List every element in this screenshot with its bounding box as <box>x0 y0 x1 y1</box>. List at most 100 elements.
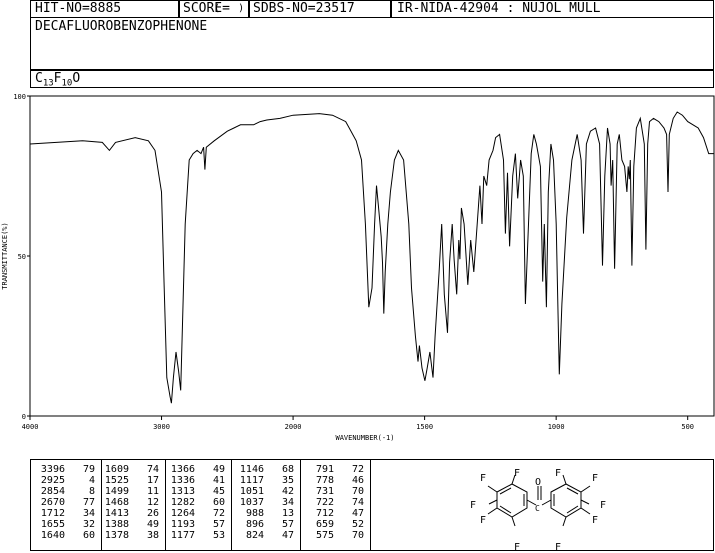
peak-wavenumber: 791 <box>315 464 334 475</box>
peak-wavenumber: 731 <box>315 486 334 497</box>
peak-wavenumber: 896 <box>245 519 264 530</box>
peak-transmittance: 41 <box>212 475 225 486</box>
peak-wavenumber: 988 <box>245 508 264 519</box>
peak-transmittance: 12 <box>146 497 159 508</box>
peak-row: 1193 57 <box>166 519 231 530</box>
peak-row: 1468 12 <box>102 497 165 508</box>
peak-wavenumber: 1146 <box>239 464 264 475</box>
peak-row: 1282 60 <box>166 497 231 508</box>
x-tick-label: 1000 <box>548 423 565 431</box>
peak-transmittance: 8 <box>88 486 95 497</box>
structure-box <box>370 459 714 551</box>
peak-row: 988 13 <box>232 508 300 519</box>
peak-wavenumber: 824 <box>245 530 264 541</box>
peak-wavenumber: 1712 <box>40 508 65 519</box>
peak-wavenumber: 1264 <box>170 508 195 519</box>
peak-wavenumber: 1525 <box>104 475 129 486</box>
peak-row: 1712 34 <box>31 508 101 519</box>
peak-wavenumber: 1640 <box>40 530 65 541</box>
peak-row: 1313 45 <box>166 486 231 497</box>
peak-wavenumber: 1378 <box>104 530 129 541</box>
peak-row: 1525 17 <box>102 475 165 486</box>
peak-transmittance: 13 <box>281 508 294 519</box>
peak-wavenumber: 1117 <box>239 475 264 486</box>
peak-wavenumber: 1388 <box>104 519 129 530</box>
peak-row: 731 70 <box>301 486 370 497</box>
y-axis-ticks: 100 50 0 <box>13 93 30 421</box>
peak-transmittance: 77 <box>82 497 95 508</box>
peak-transmittance: 79 <box>82 464 95 475</box>
peak-wavenumber: 2925 <box>40 475 65 486</box>
peak-row: 1146 68 <box>232 464 300 475</box>
peak-wavenumber: 3396 <box>40 464 65 475</box>
x-axis-ticks: 4000 3000 2000 1500 1000 500 <box>22 416 694 431</box>
peak-wavenumber: 1051 <box>239 486 264 497</box>
peak-transmittance: 38 <box>146 530 159 541</box>
peak-transmittance: 45 <box>212 486 225 497</box>
peak-transmittance: 49 <box>212 464 225 475</box>
spectrum-line <box>29 111 714 404</box>
peak-wavenumber: 1468 <box>104 497 129 508</box>
peak-table-col-4: 1146 68 1117 35 1051 42 1037 34 988 13 896 57 824 47 <box>231 459 301 551</box>
peak-transmittance: 47 <box>351 508 364 519</box>
peak-wavenumber: 659 <box>315 519 334 530</box>
x-tick-label: 2000 <box>285 423 302 431</box>
peak-wavenumber: 1499 <box>104 486 129 497</box>
peak-transmittance: 49 <box>146 519 159 530</box>
peak-transmittance: 70 <box>351 486 364 497</box>
peak-wavenumber: 1413 <box>104 508 129 519</box>
peak-wavenumber: 1655 <box>40 519 65 530</box>
peak-wavenumber: 1177 <box>170 530 195 541</box>
plot-frame <box>29 95 715 417</box>
peak-transmittance: 4 <box>88 475 95 486</box>
ir-spectrum-chart: 4000 3000 2000 1500 1000 500 100500 WAVENUMBE… <box>1 93 715 442</box>
y-axis-title: TRANSMITTANCE(%) <box>1 222 9 289</box>
peak-transmittance: 72 <box>351 464 364 475</box>
peak-row: 575 70 <box>301 530 370 541</box>
peak-transmittance: 11 <box>146 486 159 497</box>
peak-transmittance: 42 <box>281 486 294 497</box>
peak-transmittance: 57 <box>281 519 294 530</box>
peak-transmittance: 52 <box>351 519 364 530</box>
peak-transmittance: 60 <box>212 497 225 508</box>
peak-row: 1117 35 <box>232 475 300 486</box>
peak-row: 1413 26 <box>102 508 165 519</box>
x-tick-label: 1500 <box>416 423 433 431</box>
peak-wavenumber: 1282 <box>170 497 195 508</box>
peak-row: 2670 77 <box>31 497 101 508</box>
x-axis-title: WAVENUMBER(-1) <box>335 434 394 442</box>
peak-transmittance: 47 <box>281 530 294 541</box>
peak-wavenumber: 2854 <box>40 486 65 497</box>
peak-transmittance: 70 <box>351 530 364 541</box>
peak-table-col-5: 791 72 778 46 731 70 722 74 712 47 659 52 575 70 <box>300 459 371 551</box>
peak-wavenumber: 1313 <box>170 486 195 497</box>
peak-row: 722 74 <box>301 497 370 508</box>
peak-row: 2854 8 <box>31 486 101 497</box>
peak-table-col-3: 1366 49 1336 41 1313 45 1282 60 1264 72 1193 57 1177… <box>165 459 232 551</box>
peak-transmittance: 74 <box>351 497 364 508</box>
peak-transmittance: 53 <box>212 530 225 541</box>
peak-row: 1655 32 <box>31 519 101 530</box>
x-tick-label: 500 <box>681 423 694 431</box>
x-tick-label: 4000 <box>22 423 39 431</box>
peak-transmittance: 26 <box>146 508 159 519</box>
peak-transmittance: 72 <box>212 508 225 519</box>
peak-row: 896 57 <box>232 519 300 530</box>
peak-row: 1499 11 <box>102 486 165 497</box>
y-tick-label: 100 <box>13 93 26 101</box>
peak-wavenumber: 722 <box>315 497 334 508</box>
y-tick-label: 0 <box>22 413 26 421</box>
peak-row: 1609 74 <box>102 464 165 475</box>
peak-row: 1378 38 <box>102 530 165 541</box>
peak-wavenumber: 2670 <box>40 497 65 508</box>
peak-row: 1037 34 <box>232 497 300 508</box>
peak-transmittance: 46 <box>351 475 364 486</box>
peak-transmittance: 35 <box>281 475 294 486</box>
peak-row: 1177 53 <box>166 530 231 541</box>
peak-wavenumber: 1366 <box>170 464 195 475</box>
peak-wavenumber: 1193 <box>170 519 195 530</box>
peak-row: 712 47 <box>301 508 370 519</box>
peak-transmittance: 74 <box>146 464 159 475</box>
peak-wavenumber: 1037 <box>239 497 264 508</box>
peak-row: 1388 49 <box>102 519 165 530</box>
